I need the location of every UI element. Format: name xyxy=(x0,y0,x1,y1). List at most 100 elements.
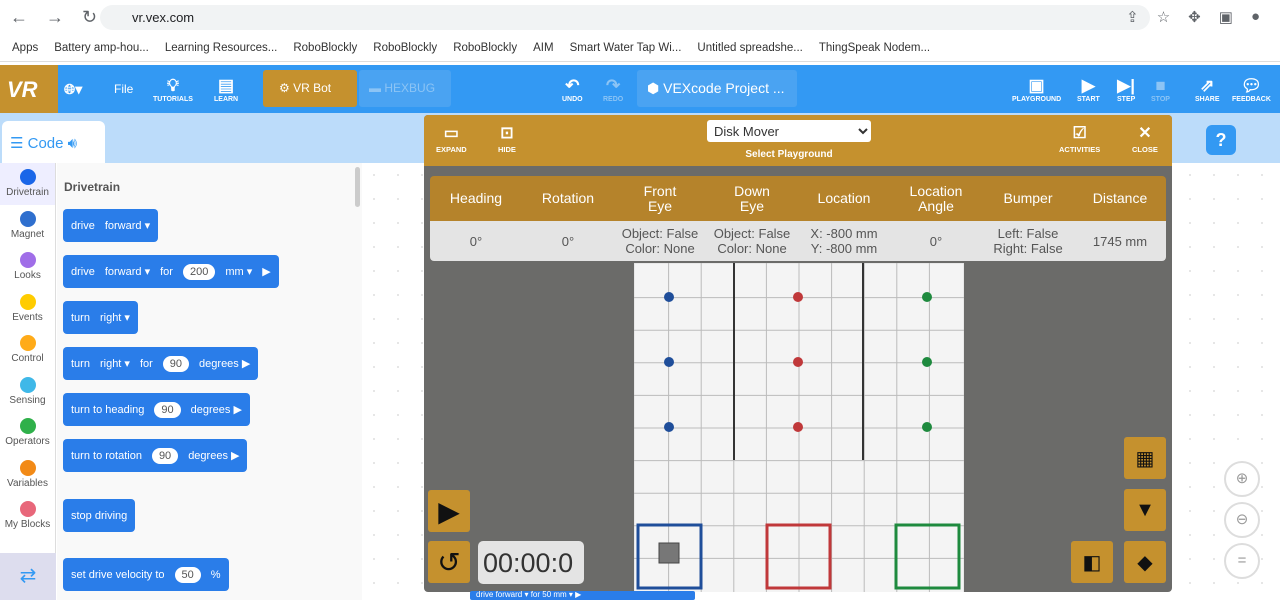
back-icon[interactable]: ← xyxy=(10,7,28,28)
top-camera-button[interactable]: ▼ xyxy=(1124,489,1166,531)
code-block[interactable]: turn right ▾ xyxy=(63,301,138,334)
vr-bot-button[interactable]: ⚙ VR Bot xyxy=(263,70,357,107)
category-dot-icon xyxy=(19,210,36,227)
stop-icon: ■ xyxy=(1155,75,1166,95)
code-block[interactable]: set drive velocity to 50% xyxy=(63,558,229,591)
forward-icon[interactable]: → xyxy=(46,7,64,28)
project-name[interactable]: ⬢ VEXcode Project ... xyxy=(637,70,797,107)
dragged-block[interactable]: drive forward ▾ for 50 mm ▾ ▶ xyxy=(470,591,695,600)
category-dot-icon xyxy=(19,501,36,517)
tab-code[interactable]: ☰ Code 🔊︎ xyxy=(2,121,105,165)
code-block[interactable]: turn right ▾ for 90 degrees ▶ xyxy=(63,347,259,380)
zoom-in-button[interactable]: ⊕ xyxy=(1224,461,1260,497)
dashboard-value: 0° xyxy=(929,233,943,249)
block-input[interactable]: 50 xyxy=(174,566,201,583)
zoom-out-button[interactable]: ⊖ xyxy=(1224,502,1260,538)
category-label: Control xyxy=(11,353,44,364)
dashboard-value: X: -800 mm Y: -800 mm xyxy=(810,226,878,256)
category-operators[interactable]: Operators xyxy=(0,412,55,454)
code-block[interactable]: drive forward ▾ for 200 mm ▾ ▶ xyxy=(63,255,279,288)
address-bar[interactable]: vr.vex.com xyxy=(100,5,1150,30)
feedback-icon: 💬︎ xyxy=(1240,75,1263,95)
playground-button[interactable]: ▣ PLAYGROUND xyxy=(1012,65,1061,113)
expand-button[interactable]: ▭ EXPAND xyxy=(436,123,467,154)
code-block[interactable]: turn to rotation 90 degrees ▶ xyxy=(63,439,248,472)
star-icon[interactable]: ☆ xyxy=(1157,8,1170,26)
bookmark-7[interactable]: Smart Water Tap Wi... xyxy=(570,42,682,54)
extensions-button[interactable]: ⇄ xyxy=(0,553,56,600)
code-block[interactable]: turn to heading 90 degrees ▶ xyxy=(63,393,250,426)
bookmark-2[interactable]: Learning Resources... xyxy=(165,42,278,54)
reload-icon[interactable]: ↻ xyxy=(82,7,97,28)
share-icon[interactable]: ⇪ xyxy=(1126,8,1139,26)
bookmark-0[interactable]: Apps xyxy=(12,42,38,54)
reset-icon: ↺ xyxy=(437,546,461,578)
hide-button[interactable]: ⊡ HIDE xyxy=(498,123,516,154)
code-block[interactable]: stop driving xyxy=(63,499,136,532)
feedback-button[interactable]: 💬︎ FEEDBACK xyxy=(1232,65,1271,113)
angle-camera-button[interactable]: ◆ xyxy=(1124,541,1166,583)
start-button[interactable]: ▶ START xyxy=(1077,65,1100,113)
category-label: Variables xyxy=(7,477,48,489)
dashboard-value: 0° xyxy=(469,233,483,249)
disk xyxy=(664,357,674,367)
palette-scrollbar[interactable] xyxy=(355,167,360,207)
block-text: turn to rotation xyxy=(71,449,142,462)
redo-button[interactable]: ↷ REDO xyxy=(603,65,623,113)
category-events[interactable]: Events xyxy=(0,288,55,330)
category-label: Events xyxy=(12,311,43,323)
bookmark-9[interactable]: ThingSpeak Nodem... xyxy=(819,42,930,54)
block-input[interactable]: 90 xyxy=(154,401,181,418)
block-text: for xyxy=(139,357,153,370)
avatar[interactable]: ● xyxy=(1251,8,1260,26)
dashboard-header: Down Eye xyxy=(734,182,770,214)
speaker-icon[interactable]: 🔊︎ xyxy=(63,135,77,152)
category-magnet[interactable]: Magnet xyxy=(0,205,55,247)
block-input[interactable]: 90 xyxy=(151,447,179,464)
dashboard-value: 1745 mm xyxy=(1092,233,1148,249)
category-drivetrain[interactable]: Drivetrain xyxy=(0,163,55,205)
block-input[interactable]: 200 xyxy=(182,263,216,280)
help-button[interactable]: ? xyxy=(1206,125,1236,155)
language-button[interactable]: 🌐︎ ▾ xyxy=(64,65,82,113)
category-sensing[interactable]: Sensing xyxy=(0,371,55,413)
playground-header: ▭ EXPAND ⊡ HIDE Disk Mover Select Playgrou… xyxy=(424,115,1172,166)
disk xyxy=(793,422,803,432)
bookmark-3[interactable]: RoboBlockly xyxy=(293,42,357,54)
bookmark-1[interactable]: Battery amp-hou... xyxy=(54,42,149,54)
block-input[interactable]: 90 xyxy=(162,355,190,372)
code-block[interactable]: drive forward ▾ xyxy=(63,209,159,242)
learn-button[interactable]: ▤ LEARN xyxy=(214,65,238,113)
bookmark-5[interactable]: RoboBlockly xyxy=(453,42,517,54)
reset-button[interactable]: ↺ xyxy=(428,541,470,583)
step-button[interactable]: ▶| STEP xyxy=(1117,65,1135,113)
stop-button[interactable]: ■ STOP xyxy=(1151,65,1170,113)
share-button[interactable]: ⇗ SHARE xyxy=(1195,65,1220,113)
zoom-reset-button[interactable]: = xyxy=(1224,543,1260,579)
browser-chrome: ← → ↻ vr.vex.com ⇪ ☆ ✥ ▣ ● xyxy=(0,0,1280,34)
activities-button[interactable]: ☑ ACTIVITIES xyxy=(1059,123,1100,154)
category-my-blocks[interactable]: My Blocks xyxy=(0,495,55,537)
category-dot-icon xyxy=(19,418,36,434)
bookmark-4[interactable]: RoboBlockly xyxy=(373,42,437,54)
follow-camera-button[interactable]: ◧ xyxy=(1071,541,1113,583)
hexbug-button[interactable]: ▬ HEXBUG xyxy=(359,70,451,107)
close-button[interactable]: ✕ CLOSE xyxy=(1132,123,1158,154)
category-looks[interactable]: Looks xyxy=(0,246,55,288)
category-control[interactable]: Control xyxy=(0,329,55,371)
bookmark-8[interactable]: Untitled spreadshe... xyxy=(697,42,802,54)
play-button[interactable]: ▶ xyxy=(428,490,470,532)
palette-title: Drivetrain xyxy=(64,180,121,194)
undo-button[interactable]: ↶ UNDO xyxy=(562,65,583,113)
extensions-icon: ⇄ xyxy=(19,565,37,587)
category-label: Drivetrain xyxy=(6,187,49,198)
tutorials-button[interactable]: 💡︎ TUTORIALS xyxy=(153,65,193,113)
dashboard-toggle-button[interactable]: ▦ xyxy=(1124,437,1166,479)
sidepanel-icon[interactable]: ▣ xyxy=(1219,8,1233,26)
extensions-icon[interactable]: ✥ xyxy=(1188,8,1201,26)
category-variables[interactable]: Variables xyxy=(0,454,55,496)
file-menu[interactable]: File xyxy=(114,65,133,113)
bookmark-6[interactable]: AIM xyxy=(533,42,553,54)
playground-select[interactable]: Disk Mover xyxy=(707,120,871,142)
block-text: right ▾ xyxy=(99,312,130,324)
